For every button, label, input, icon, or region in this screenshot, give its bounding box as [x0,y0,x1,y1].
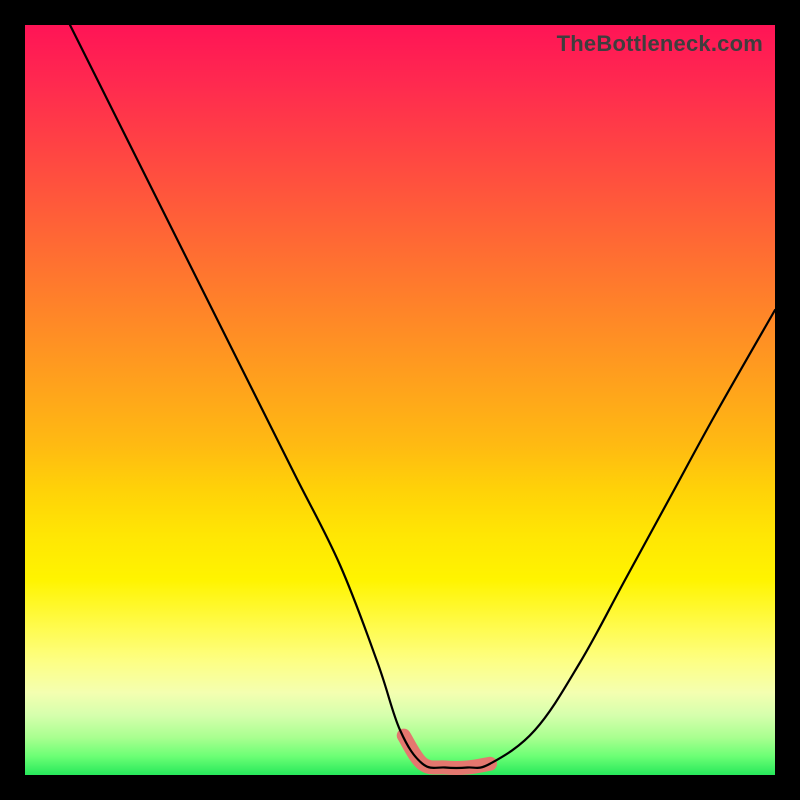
valley-band-path [404,736,490,768]
bottleneck-curve-path [70,25,775,768]
curve-svg [25,25,775,775]
plot-area: TheBottleneck.com [25,25,775,775]
chart-frame: TheBottleneck.com [0,0,800,800]
